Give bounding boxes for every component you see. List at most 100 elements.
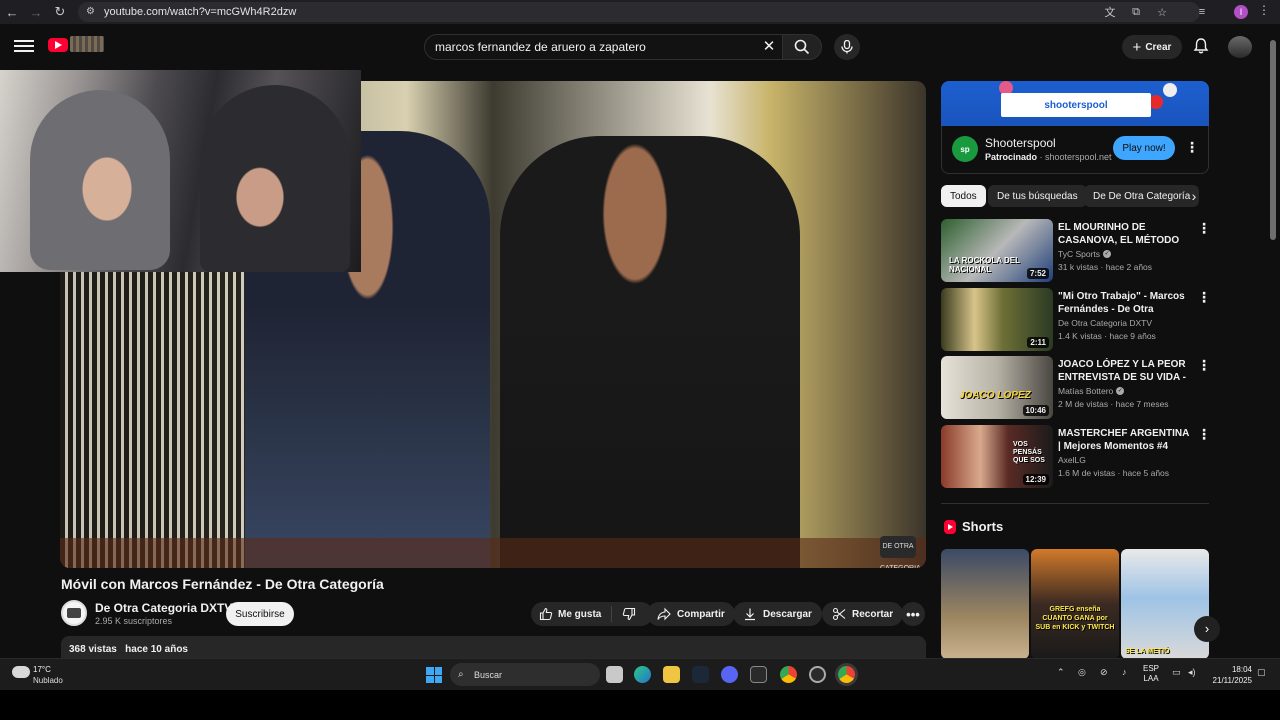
reload-icon[interactable]: ↻	[48, 0, 72, 24]
keyboard-layout: LAA	[1143, 674, 1159, 683]
epic-games-icon[interactable]	[750, 666, 767, 683]
clip-label: Recortar	[852, 608, 894, 620]
ad-title[interactable]: Shooterspool	[985, 136, 1056, 150]
ad-cta-button[interactable]: Play now!	[1113, 136, 1175, 160]
clock-date: 21/11/2025	[1212, 676, 1252, 685]
network-icon[interactable]: ▭	[1172, 667, 1181, 678]
account-avatar[interactable]	[1228, 36, 1252, 58]
short-item[interactable]	[941, 549, 1029, 659]
ad-card[interactable]: sp Shooterspool Patrocinado · shooterspo…	[941, 126, 1209, 174]
forward-icon[interactable]: →	[24, 0, 48, 24]
tray-muted-icon[interactable]: ⊘	[1100, 667, 1108, 678]
menu-icon[interactable]	[14, 37, 34, 57]
like-button[interactable]: Me gusta	[539, 607, 601, 621]
chip-all[interactable]: Todos	[941, 185, 986, 207]
notifications-bell-icon[interactable]	[1192, 37, 1210, 55]
section-divider	[941, 503, 1209, 504]
video-thumbnail[interactable]: LA ROCKOLA DEL NACIONAL 7:52	[941, 219, 1053, 282]
channel-name[interactable]: De Otra Categoria DXTV	[95, 601, 232, 615]
chrome-profile-icon[interactable]	[838, 666, 855, 683]
webcam-overlay	[0, 70, 361, 272]
clear-search-icon[interactable]: ✕	[760, 38, 778, 56]
recommendation-title[interactable]: "Mi Otro Trabajo" - Marcos Fernándes - D…	[1058, 290, 1194, 316]
voice-search-button[interactable]	[834, 34, 860, 60]
download-button[interactable]: Descargar	[733, 602, 822, 626]
tray-overflow-icon[interactable]: ⌃	[1057, 667, 1065, 678]
chrome-icon[interactable]	[780, 666, 797, 683]
recommendation-title[interactable]: MASTERCHEF ARGENTINA | Mejores Momentos …	[1058, 427, 1194, 453]
windows-start-icon[interactable]	[426, 667, 442, 683]
recommendation-channel[interactable]: Matías Bottero	[1058, 386, 1113, 396]
channel-avatar[interactable]	[61, 600, 87, 626]
thumbs-down-icon	[623, 607, 636, 621]
page-scrollbar[interactable]	[1270, 40, 1276, 240]
microphone-tray-icon[interactable]: ♪	[1122, 667, 1127, 677]
clip-button[interactable]: Recortar	[822, 602, 904, 626]
video-thumbnail[interactable]: JOACO LOPEZ 10:46	[941, 356, 1053, 419]
notification-center-icon[interactable]: ▢	[1257, 667, 1266, 678]
description-box[interactable]: 368 vistas hace 10 años	[61, 636, 926, 660]
task-view-icon[interactable]	[606, 666, 623, 683]
steam-icon[interactable]	[692, 666, 709, 683]
recommendation-title[interactable]: JOACO LÓPEZ Y LA PEOR ENTREVISTA DE SU V…	[1058, 358, 1194, 384]
ad-more-icon[interactable]: ⋮	[1185, 140, 1199, 154]
volume-icon[interactable]: ◂)	[1188, 667, 1196, 678]
video-more-icon[interactable]: ⋮	[1197, 221, 1211, 235]
youtube-doodle[interactable]	[70, 36, 104, 52]
taskbar-search-input[interactable]: ⌕ Buscar	[450, 663, 600, 686]
short-item[interactable]: GREFG enseña CUANTO GANA por SUB en KICK…	[1031, 549, 1119, 659]
recommendation-channel[interactable]: De Otra Categoria DXTV	[1058, 318, 1152, 328]
video-thumbnail[interactable]: VOS PENSÁS QUE SOS 12:39	[941, 425, 1053, 488]
video-player[interactable]: DE OTRA CATEGORIA	[0, 70, 926, 568]
site-settings-icon[interactable]: ⚙	[86, 6, 98, 18]
recommendation-item[interactable]: LA ROCKOLA DEL NACIONAL 7:52 EL MOURINHO…	[941, 219, 1211, 283]
system-clock[interactable]: 18:04 21/11/2025	[1207, 664, 1252, 686]
share-button[interactable]: Compartir	[647, 602, 735, 626]
recommendation-title[interactable]: EL MOURINHO DE CASANOVA, EL MÉTODO ANTI …	[1058, 221, 1194, 247]
tray-app-icon[interactable]: ◎	[1078, 667, 1086, 678]
install-app-icon[interactable]: ⧉	[1128, 4, 1144, 20]
recommendation-item[interactable]: VOS PENSÁS QUE SOS 12:39 MASTERCHEF ARGE…	[941, 425, 1211, 489]
chrome-menu-icon[interactable]: ⋮	[1258, 3, 1270, 17]
bookmark-star-icon[interactable]: ☆	[1154, 4, 1170, 20]
reading-list-icon[interactable]: ≡	[1194, 4, 1210, 20]
dislike-button[interactable]	[622, 607, 636, 621]
recommendation-channel[interactable]: AxelLG	[1058, 455, 1086, 465]
ad-banner-image[interactable]: shooterspool	[941, 81, 1209, 126]
video-thumbnail[interactable]: 2:11	[941, 288, 1053, 351]
weather-temperature[interactable]: 17°C	[33, 665, 51, 674]
video-more-icon[interactable]: ⋮	[1197, 290, 1211, 304]
chip-from-channel[interactable]: De De Otra Categoría	[1084, 185, 1200, 207]
thumbs-up-icon	[539, 607, 553, 621]
chevron-right-icon[interactable]: ›	[1184, 186, 1204, 206]
language-indicator[interactable]: ESP LAA	[1143, 664, 1159, 684]
search-button[interactable]	[782, 34, 822, 60]
youtube-logo[interactable]	[48, 38, 68, 52]
obs-icon[interactable]	[809, 666, 826, 683]
download-label: Descargar	[763, 608, 812, 620]
create-button[interactable]: + Crear	[1122, 35, 1182, 59]
shorts-next-button[interactable]: ›	[1194, 616, 1220, 642]
video-more-icon[interactable]: ⋮	[1197, 358, 1211, 372]
profile-avatar[interactable]: I	[1234, 5, 1248, 19]
shorts-heading: Shorts	[962, 519, 1004, 534]
more-actions-button[interactable]: •••	[901, 602, 925, 626]
chip-from-searches[interactable]: De tus búsquedas	[988, 185, 1087, 207]
recommendation-item[interactable]: JOACO LOPEZ 10:46 JOACO LÓPEZ Y LA PEOR …	[941, 356, 1211, 420]
ad-domain: shooterspool.net	[1045, 152, 1112, 162]
cloud-icon[interactable]	[12, 666, 30, 678]
edge-icon[interactable]	[634, 666, 651, 683]
share-icon	[657, 607, 671, 621]
address-bar[interactable]: ⚙ youtube.com/watch?v=mcGWh4R2dzw	[78, 2, 1200, 22]
short-item[interactable]: SE LA METIÓ	[1121, 549, 1209, 659]
translate-icon[interactable]: 文	[1102, 4, 1118, 20]
subscribe-button[interactable]: Suscribirse	[226, 602, 294, 626]
recommendation-item[interactable]: 2:11 "Mi Otro Trabajo" - Marcos Fernánde…	[941, 288, 1211, 352]
search-input[interactable]: marcos fernandez de aruero a zapatero	[424, 34, 784, 60]
search-icon: ⌕	[458, 669, 464, 680]
recommendation-channel[interactable]: TyC Sports	[1058, 249, 1100, 259]
discord-icon[interactable]	[721, 666, 738, 683]
back-icon[interactable]: ←	[0, 0, 24, 24]
file-explorer-icon[interactable]	[663, 666, 680, 683]
video-more-icon[interactable]: ⋮	[1197, 427, 1211, 441]
